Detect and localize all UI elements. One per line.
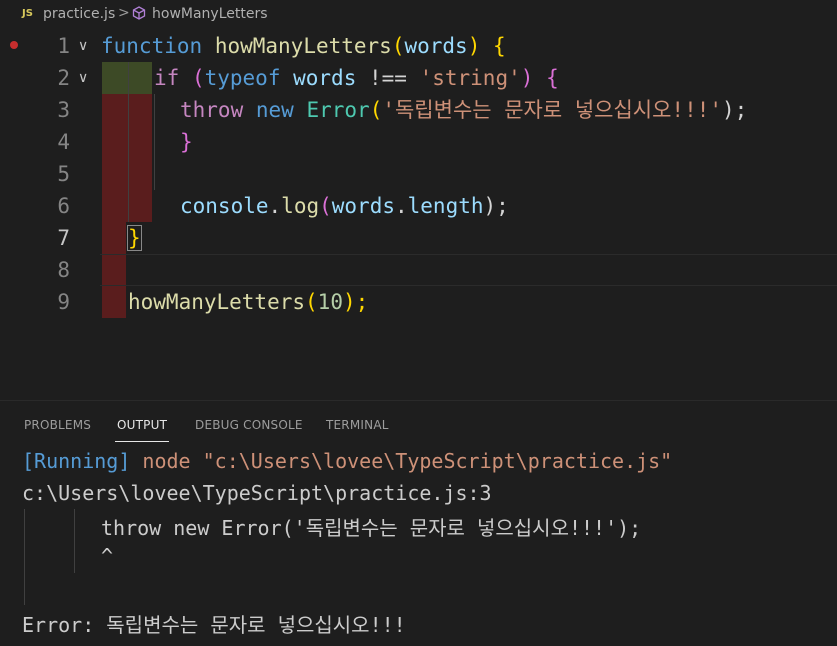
code-line: 1 ∨ function howManyLetters(words) { [0,30,837,62]
code-text: if (typeof words !== 'string') { [154,66,559,90]
active-tab-indicator [115,441,169,442]
code-line: 4 } [0,126,837,158]
method-symbol-icon [132,6,146,20]
line-number: 1 [57,34,70,58]
code-text: howManyLetters(10); [128,290,369,314]
code-editor[interactable]: 1 ∨ function howManyLetters(words) { 2 ∨… [0,30,837,400]
code-text: function howManyLetters(words) { [101,34,506,58]
indent-guide [24,509,25,605]
code-text: throw new Error('독립변수는 문자로 넣으십시오!!!'); [180,98,748,122]
tab-problems[interactable]: PROBLEMS [24,418,91,432]
code-line: 9 howManyLetters(10); [0,286,837,318]
line-number: 3 [57,98,70,122]
line-number: 2 [57,66,70,90]
fold-chevron-icon[interactable]: ∨ [78,30,88,62]
code-text: } [127,225,142,251]
line-number: 8 [57,258,70,282]
breadcrumb-separator: > [118,5,130,21]
code-line: 2 ∨ if (typeof words !== 'string') { [0,62,837,94]
tab-debug-console[interactable]: DEBUG CONSOLE [195,418,303,432]
code-text: console.log(words.length); [180,194,509,218]
line-number: 4 [57,130,70,154]
output-caret-line: ^ [101,544,114,568]
code-line: 6 console.log(words.length); [0,190,837,222]
line-number: 6 [57,194,70,218]
code-line: 8 [0,254,837,286]
code-line: 5 [0,158,837,190]
code-line: 7 } [0,222,837,254]
tab-output[interactable]: OUTPUT [117,418,167,432]
code-line: 3 throw new Error('독립변수는 문자로 넣으십시오!!!'); [0,94,837,126]
javascript-file-icon: JS [22,8,33,19]
output-path-line: c:\Users\lovee\TypeScript\practice.js:3 [22,481,492,505]
line-number: 7 [57,226,70,250]
output-running-line: [Running] node "c:\Users\lovee\TypeScrip… [22,449,673,473]
breadcrumb-symbol[interactable]: howManyLetters [152,6,268,22]
output-error-line: Error: 독립변수는 문자로 넣으십시오!!! [22,613,406,637]
indent-guide [74,509,75,573]
fold-chevron-icon[interactable]: ∨ [78,62,88,94]
bottom-panel: PROBLEMS OUTPUT DEBUG CONSOLE TERMINAL [… [0,400,837,646]
code-text: } [180,130,193,154]
tab-terminal[interactable]: TERMINAL [326,418,389,432]
line-number: 9 [57,290,70,314]
breadcrumb: JS practice.js > howManyLetters [0,0,837,30]
line-number: 5 [57,162,70,186]
output-code-line: throw new Error('독립변수는 문자로 넣으십시오!!!'); [101,516,642,540]
breadcrumb-file[interactable]: practice.js [43,6,115,22]
